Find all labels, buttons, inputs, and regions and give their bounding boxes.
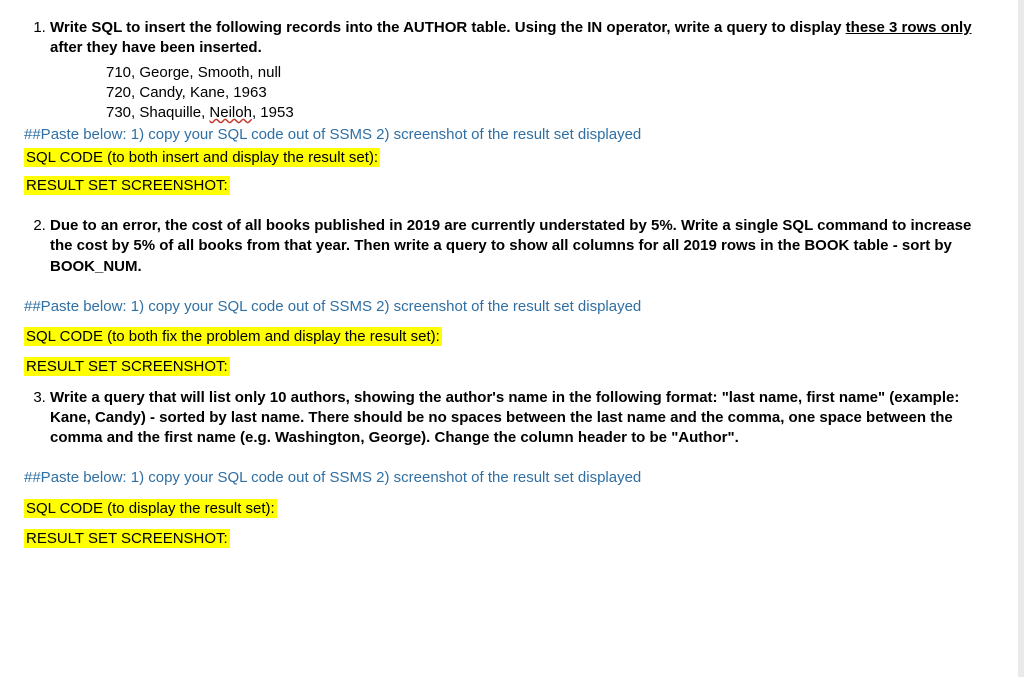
q1-row3-before: 730, Shaquille, bbox=[106, 104, 209, 121]
question-3-prompt: Write a query that will list only 10 aut… bbox=[50, 388, 992, 449]
q2-text: Due to an error, the cost of all books p… bbox=[50, 217, 971, 275]
q2-sql-code-label: SQL CODE (to both fix the problem and di… bbox=[24, 327, 442, 346]
q3-sql-code-label: SQL CODE (to display the result set): bbox=[24, 499, 277, 518]
q1-text-underlined: these 3 rows only bbox=[846, 19, 972, 36]
q1-data-row: 720, Candy, Kane, 1963 bbox=[106, 83, 992, 103]
q1-text-after: after they have been inserted. bbox=[50, 39, 262, 56]
document-page: Write SQL to insert the following record… bbox=[0, 0, 1024, 677]
q3-paste-instruction: ##Paste below: 1) copy your SQL code out… bbox=[24, 468, 992, 488]
question-item-2: Due to an error, the cost of all books p… bbox=[50, 216, 992, 277]
q1-result-label: RESULT SET SCREENSHOT: bbox=[24, 176, 230, 195]
question-list-cont: Write a query that will list only 10 aut… bbox=[22, 388, 992, 449]
question-item-3: Write a query that will list only 10 aut… bbox=[50, 388, 992, 449]
q1-sql-code-label: SQL CODE (to both insert and display the… bbox=[24, 148, 380, 167]
question-list: Write SQL to insert the following record… bbox=[22, 18, 992, 277]
q3-result-label: RESULT SET SCREENSHOT: bbox=[24, 529, 230, 548]
question-2-prompt: Due to an error, the cost of all books p… bbox=[50, 216, 992, 277]
question-1-prompt: Write SQL to insert the following record… bbox=[50, 18, 992, 59]
q2-result-label: RESULT SET SCREENSHOT: bbox=[24, 357, 230, 376]
q3-text: Write a query that will list only 10 aut… bbox=[50, 389, 959, 447]
question-item-1: Write SQL to insert the following record… bbox=[50, 18, 992, 196]
q1-data-row: 730, Shaquille, Neiloh, 1953 bbox=[106, 103, 992, 123]
q1-data-rows: 710, George, Smooth, null 720, Candy, Ka… bbox=[106, 63, 992, 124]
spellcheck-squiggle: Neiloh bbox=[209, 104, 252, 121]
q1-data-row: 710, George, Smooth, null bbox=[106, 63, 992, 83]
q1-row3-after: , 1953 bbox=[252, 104, 294, 121]
q1-text-before: Write SQL to insert the following record… bbox=[50, 19, 846, 36]
q1-paste-instruction: ##Paste below: 1) copy your SQL code out… bbox=[24, 125, 992, 145]
q2-paste-instruction: ##Paste below: 1) copy your SQL code out… bbox=[24, 297, 992, 317]
